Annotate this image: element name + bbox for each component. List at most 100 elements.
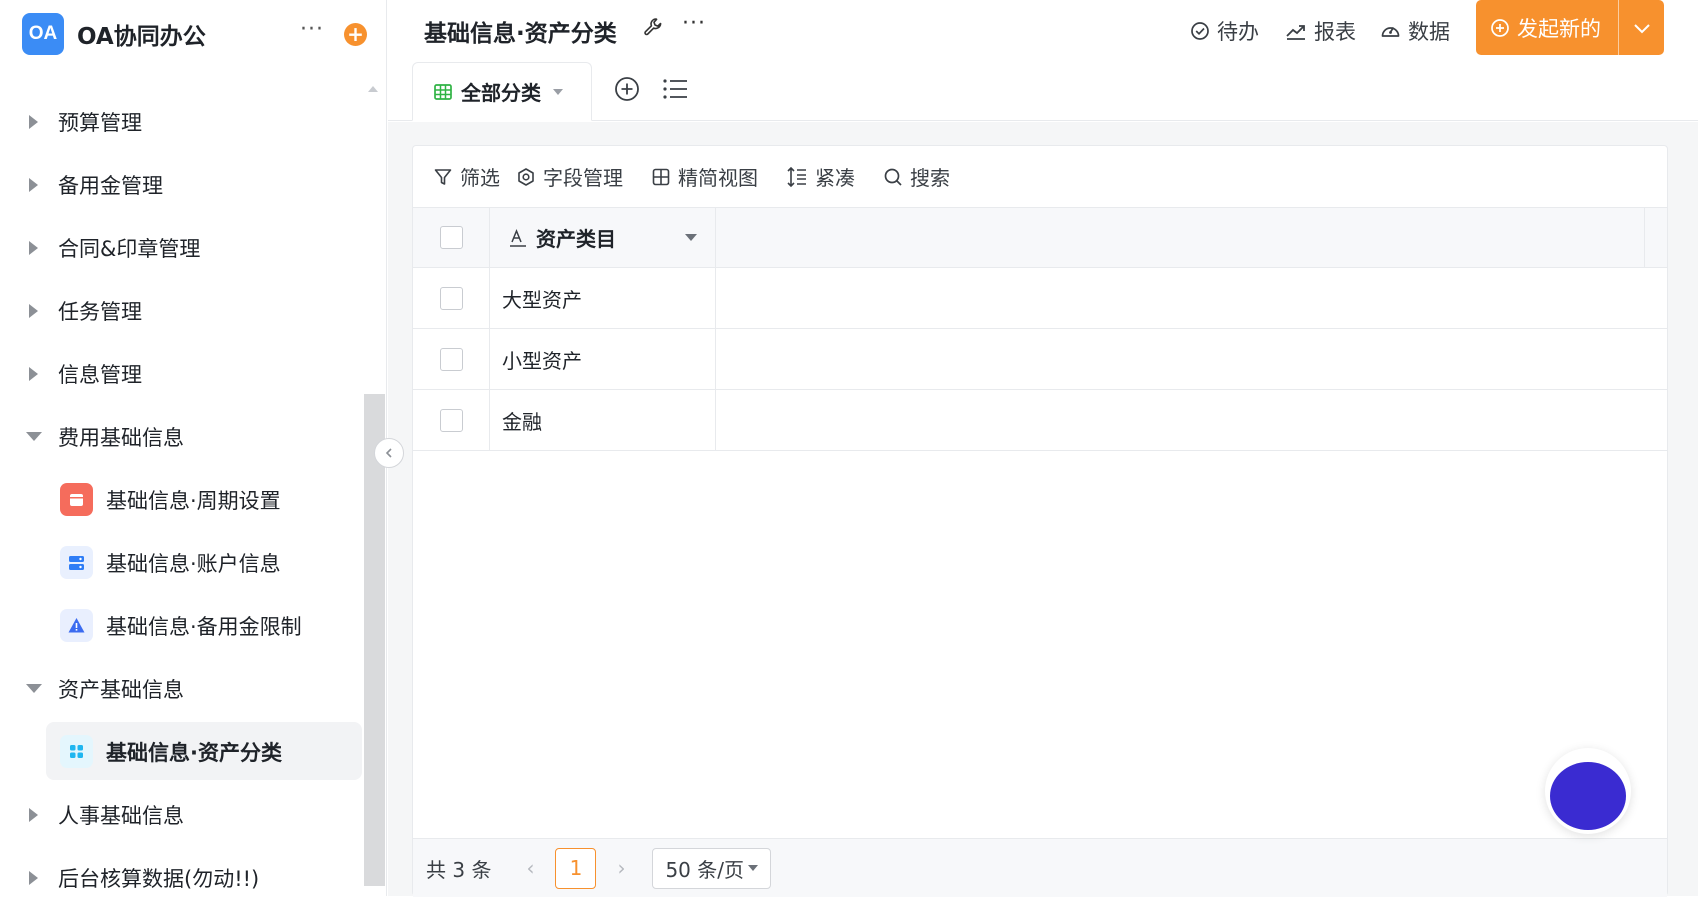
dashboard-icon <box>1380 21 1401 41</box>
caret-right-icon <box>29 178 38 192</box>
table-panel: 筛选 字段管理 精简视图 紧凑 搜索 资产类目 <box>412 145 1668 896</box>
asset-category-cell[interactable]: 小型资产 <box>490 329 716 389</box>
caret-down-icon[interactable] <box>553 89 563 95</box>
sidebar-group-info[interactable]: 信息管理 <box>0 342 362 405</box>
scroll-up-icon[interactable] <box>368 86 378 92</box>
add-icon[interactable]: + <box>344 23 367 46</box>
report-label: 报表 <box>1314 16 1356 46</box>
sidebar-group-petty-cash[interactable]: 备用金管理 <box>0 153 362 216</box>
view-tabs-bar: 全部分类 <box>388 58 1698 121</box>
launch-new-button-group: 发起新的 <box>1476 0 1664 55</box>
page-size-value: 50 条/页 <box>665 854 744 883</box>
field-manage-button[interactable]: 字段管理 <box>516 162 623 191</box>
row-checkbox[interactable] <box>440 348 463 371</box>
sidebar-item-label: 基础信息·周期设置 <box>106 485 281 515</box>
line-height-icon <box>786 166 808 188</box>
row-checkbox[interactable] <box>440 287 463 310</box>
list-icon <box>662 78 688 100</box>
asset-category-cell[interactable]: 金融 <box>490 390 716 450</box>
assistant-bubble-icon[interactable] <box>1550 762 1626 830</box>
sidebar-group-asset-base[interactable]: 资产基础信息 <box>0 657 362 720</box>
caret-down-icon <box>26 684 42 693</box>
warning-icon <box>60 609 93 642</box>
page-title: 基础信息·资产分类 <box>424 14 617 48</box>
sidebar-item-label: 基础信息·账户信息 <box>106 548 281 578</box>
table-toolbar: 筛选 字段管理 精简视图 紧凑 搜索 <box>413 146 1667 207</box>
search-button[interactable]: 搜索 <box>883 162 950 191</box>
sidebar-group-label: 预算管理 <box>58 107 142 137</box>
chevron-left-icon <box>383 447 395 459</box>
row-checkbox[interactable] <box>440 409 463 432</box>
add-view-button[interactable] <box>614 76 640 106</box>
report-button[interactable]: 报表 <box>1285 16 1356 46</box>
caret-down-icon <box>748 865 758 871</box>
chevron-down-icon <box>1633 22 1651 34</box>
floating-assistant[interactable] <box>1545 748 1631 834</box>
view-list-button[interactable] <box>662 78 688 104</box>
app-name: OA协同办公 <box>77 17 206 51</box>
next-page-button[interactable]: › <box>606 856 636 880</box>
select-all-checkbox[interactable] <box>440 226 463 249</box>
sidebar-group-label: 资产基础信息 <box>58 674 184 704</box>
page-size-select[interactable]: 50 条/页 <box>652 848 771 889</box>
table-row[interactable]: 小型资产 <box>413 329 1667 390</box>
row-select-cell <box>413 329 490 389</box>
sidebar-group-label: 信息管理 <box>58 359 142 389</box>
launch-new-label: 发起新的 <box>1517 13 1601 43</box>
sidebar-item-account-info[interactable]: 基础信息·账户信息 <box>0 531 362 594</box>
sidebar-group-backend-data[interactable]: 后台核算数据(勿动!!) <box>0 846 362 909</box>
row-density-button[interactable]: 紧凑 <box>786 162 855 191</box>
prev-page-button[interactable]: ‹ <box>515 856 545 880</box>
grid-icon <box>651 167 671 187</box>
sidebar-group-contract[interactable]: 合同&印章管理 <box>0 216 362 279</box>
select-all-cell <box>413 208 490 267</box>
search-icon <box>883 167 903 187</box>
todo-label: 待办 <box>1217 16 1259 46</box>
sidebar-group-budget[interactable]: 预算管理 <box>0 90 362 153</box>
sidebar-collapse-button[interactable] <box>374 438 404 468</box>
sidebar-item-asset-category[interactable]: 基础信息·资产分类 <box>0 720 362 783</box>
sidebar-item-petty-cash-limit[interactable]: 基础信息·备用金限制 <box>0 594 362 657</box>
filter-button[interactable]: 筛选 <box>433 162 500 191</box>
tab-all-categories[interactable]: 全部分类 <box>412 62 592 121</box>
sidebar-item-period-settings[interactable]: 基础信息·周期设置 <box>0 468 362 531</box>
compact-view-label: 精简视图 <box>678 162 758 191</box>
table-icon <box>433 82 453 102</box>
row-select-cell <box>413 268 490 328</box>
text-field-icon <box>508 228 528 248</box>
sidebar-group-hr-base[interactable]: 人事基础信息 <box>0 783 362 846</box>
column-header-asset-category[interactable]: 资产类目 <box>490 208 716 267</box>
todo-button[interactable]: 待办 <box>1190 16 1259 46</box>
sidebar-group-expense-base[interactable]: 费用基础信息 <box>0 405 362 468</box>
plus-circle-icon <box>1490 18 1510 38</box>
sidebar-group-label: 人事基础信息 <box>58 800 184 830</box>
launch-dropdown-button[interactable] <box>1619 0 1664 55</box>
empty-header-cell <box>716 208 1645 267</box>
brand: OA OA协同办公 <box>22 12 206 56</box>
sidebar-scrollbar[interactable] <box>364 394 385 886</box>
compact-view-button[interactable]: 精简视图 <box>651 162 758 191</box>
asset-category-cell[interactable]: 大型资产 <box>490 268 716 328</box>
app-logo: OA <box>22 13 64 55</box>
launch-new-button[interactable]: 发起新的 <box>1476 0 1618 55</box>
filter-icon <box>433 167 453 187</box>
sidebar: OA OA协同办公 ··· + 预算管理 备用金管理 合同&印章管理 任务管理 … <box>0 0 387 896</box>
empty-cell <box>716 390 1667 450</box>
plus-circle-icon <box>614 76 640 102</box>
caret-down-icon[interactable] <box>685 234 697 241</box>
page-number-1[interactable]: 1 <box>555 848 596 889</box>
data-button[interactable]: 数据 <box>1380 16 1450 46</box>
more-icon[interactable]: ··· <box>300 20 324 40</box>
empty-cell <box>716 268 1667 328</box>
table-header-row: 资产类目 <box>413 207 1667 268</box>
table-row[interactable]: 金融 <box>413 390 1667 451</box>
server-icon <box>60 546 93 579</box>
trend-chart-icon <box>1285 21 1307 41</box>
sidebar-group-label: 费用基础信息 <box>58 422 184 452</box>
row-density-label: 紧凑 <box>815 162 855 191</box>
more-icon[interactable]: ··· <box>682 14 706 34</box>
wrench-icon[interactable] <box>642 16 664 42</box>
row-select-cell <box>413 390 490 450</box>
sidebar-group-task[interactable]: 任务管理 <box>0 279 362 342</box>
table-row[interactable]: 大型资产 <box>413 268 1667 329</box>
